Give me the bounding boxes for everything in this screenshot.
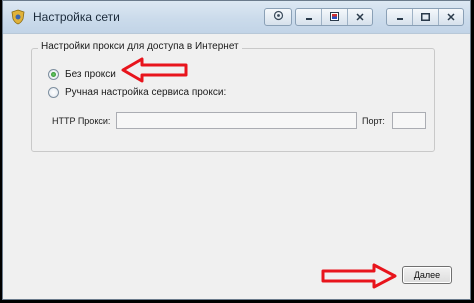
title-bar[interactable]: Настройка сети [3, 1, 470, 34]
annotation-arrow-next [321, 263, 397, 289]
manual-proxy-label: Ручная настройка сервиса прокси: [65, 87, 227, 98]
window-title: Настройка сети [33, 10, 120, 24]
network-settings-window: Настройка сети Настройки прокси для дост… [2, 0, 471, 300]
maximize-icon [421, 8, 430, 26]
no-proxy-label: Без прокси [65, 69, 116, 80]
gear-icon [273, 8, 284, 26]
underscore-icon [305, 8, 313, 26]
help-button-group [264, 8, 292, 26]
annotation-arrow-no-proxy [121, 57, 188, 83]
arrow-shape [121, 57, 188, 83]
no-proxy-radio[interactable] [48, 69, 59, 80]
app-icon [10, 9, 26, 25]
no-proxy-option[interactable]: Без прокси [48, 69, 116, 80]
minimize-view-button[interactable] [296, 9, 322, 25]
manual-proxy-radio[interactable] [48, 87, 59, 98]
close-icon [356, 8, 364, 26]
view-buttons-group [295, 8, 373, 26]
maximize-button[interactable] [413, 9, 439, 25]
dialog-body: Настройки прокси для доступа в Интернет … [3, 34, 470, 299]
port-label: Порт: [362, 116, 385, 126]
minimize-button[interactable] [387, 9, 413, 25]
palette-icon [330, 8, 339, 26]
help-button[interactable] [265, 9, 291, 25]
manual-proxy-option[interactable]: Ручная настройка сервиса прокси: [48, 87, 226, 98]
close-view-button[interactable] [348, 9, 372, 25]
theme-button[interactable] [322, 9, 348, 25]
next-button[interactable]: Далее [402, 266, 452, 284]
minimize-icon [396, 8, 404, 26]
http-proxy-input[interactable] [116, 112, 357, 129]
port-input[interactable] [392, 112, 426, 129]
group-title: Настройки прокси для доступа в Интернет [38, 41, 242, 52]
http-proxy-label: HTTP Прокси: [52, 116, 111, 126]
proxy-settings-group: Настройки прокси для доступа в Интернет … [31, 41, 435, 152]
window-controls [386, 8, 464, 26]
close-button[interactable] [439, 9, 463, 25]
arrow-shape [321, 263, 397, 289]
close-icon [447, 8, 455, 26]
